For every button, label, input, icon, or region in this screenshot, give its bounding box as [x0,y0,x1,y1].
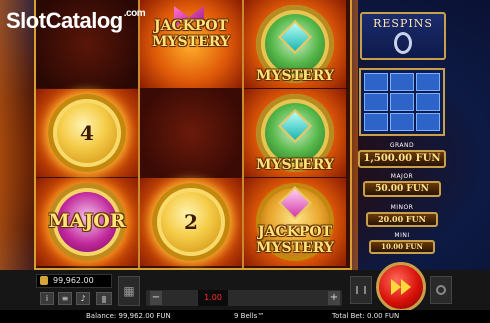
jackpot-text: JACKPOT [154,18,228,34]
turbo-glyph [436,285,446,295]
jackpot-label: JACKPOT MYSTERY [140,18,242,50]
jackpot-label: JACKPOT MYSTERY [244,224,346,256]
spin-icon [391,279,401,295]
jackpot-value: 1,500.00 FUN [358,150,446,168]
mystery-label: MYSTERY [256,68,334,84]
status-bar: Balance: 99,962.00 FUN 9 Bells™ Total Be… [0,310,490,323]
respin-progress-grid [359,68,445,136]
gem-icon [278,20,312,54]
volume-slider[interactable] [96,292,112,305]
progress-square [390,113,414,131]
status-game-title: 9 Bells™ [234,312,265,320]
bet-option[interactable] [264,290,292,306]
coin-value: 2 [184,210,198,234]
mystery-text: MYSTERY [152,34,230,50]
bet-option[interactable] [296,290,324,306]
major-label: MAJOR [48,210,126,232]
respins-title: RESPINS [373,17,433,30]
jackpot-value: 20.00 FUN [366,212,438,227]
watermark-catalog: Catalog [45,8,124,33]
menu-icon[interactable]: ≡ [58,292,72,305]
respins-panel: RESPINS [360,12,446,60]
jackpot-mini: MINI 10.00 FUN [356,231,448,254]
coins-icon [40,276,48,285]
progress-square [364,73,388,91]
gold-coin-icon: 2 [152,183,230,261]
reel-cell-coin-2: 2 [140,178,242,266]
cart-icon[interactable]: ▦ [118,276,140,306]
progress-square [416,113,440,131]
watermark: SlotCatalog.com [6,8,146,34]
status-balance: Balance: 99,962.00 FUN [86,312,171,320]
bet-option[interactable] [232,290,260,306]
mystery-text: MYSTERY [256,240,334,256]
jackpot-minor: MINOR 20.00 FUN [356,203,448,227]
progress-square [416,73,440,91]
progress-square [390,93,414,111]
bet-option[interactable] [166,290,194,306]
reel-cell-mystery: MYSTERY [244,0,346,88]
watermark-slot: Slot [6,8,46,33]
progress-square [390,73,414,91]
jackpot-grand: GRAND 1,500.00 FUN [356,141,448,168]
jackpot-name: GRAND [389,142,415,149]
progress-square [364,93,388,111]
reel-cell-jackpot-mystery: JACKPOT MYSTERY [140,0,242,88]
bet-increase-button[interactable]: + [328,291,340,305]
game-stage: SlotCatalog.com JACKPOT MYSTERY MYSTERY … [0,0,490,323]
progress-square [416,93,440,111]
sound-icon[interactable]: ♪ [76,292,90,305]
spin-icon [401,279,411,295]
spin-button[interactable] [376,262,426,312]
reel-grid: JACKPOT MYSTERY MYSTERY 4 MYSTERY MAJOR … [34,0,352,270]
reel-cell-coin-4: 4 [36,89,138,177]
jackpot-name: MINI [394,232,410,239]
status-total-bet: Total Bet: 0.00 FUN [332,312,400,320]
gem-icon [278,186,312,220]
respins-zero-icon [394,32,412,54]
reel-cell-empty [140,89,242,177]
gold-coin-icon: 4 [48,94,126,172]
gem-icon [278,109,312,143]
coin-value: 4 [80,121,94,145]
info-icon[interactable]: i [40,292,54,305]
jackpot-value: 10.00 FUN [369,240,435,254]
progress-square [364,113,388,131]
jackpot-major: MAJOR 50.00 FUN [356,172,448,197]
reel-cell-major: MAJOR [36,178,138,266]
mystery-label: MYSTERY [256,157,334,173]
watermark-com: .com [123,8,146,19]
reel-cell-mystery: MYSTERY [244,89,346,177]
jackpot-name: MINOR [390,204,414,211]
turbo-icon[interactable] [430,276,452,304]
bet-option-selected[interactable]: 1.00 [198,290,228,306]
jackpot-name: MAJOR [390,173,414,180]
autoplay-icon[interactable] [350,276,372,304]
reel-cell-jackpot-mystery: JACKPOT MYSTERY [244,178,346,266]
volume-handle[interactable] [102,296,106,303]
autoplay-glyph [356,286,366,294]
jackpot-value: 50.00 FUN [363,181,441,197]
bet-decrease-button[interactable]: − [150,291,162,305]
jackpot-text: JACKPOT [258,224,332,240]
